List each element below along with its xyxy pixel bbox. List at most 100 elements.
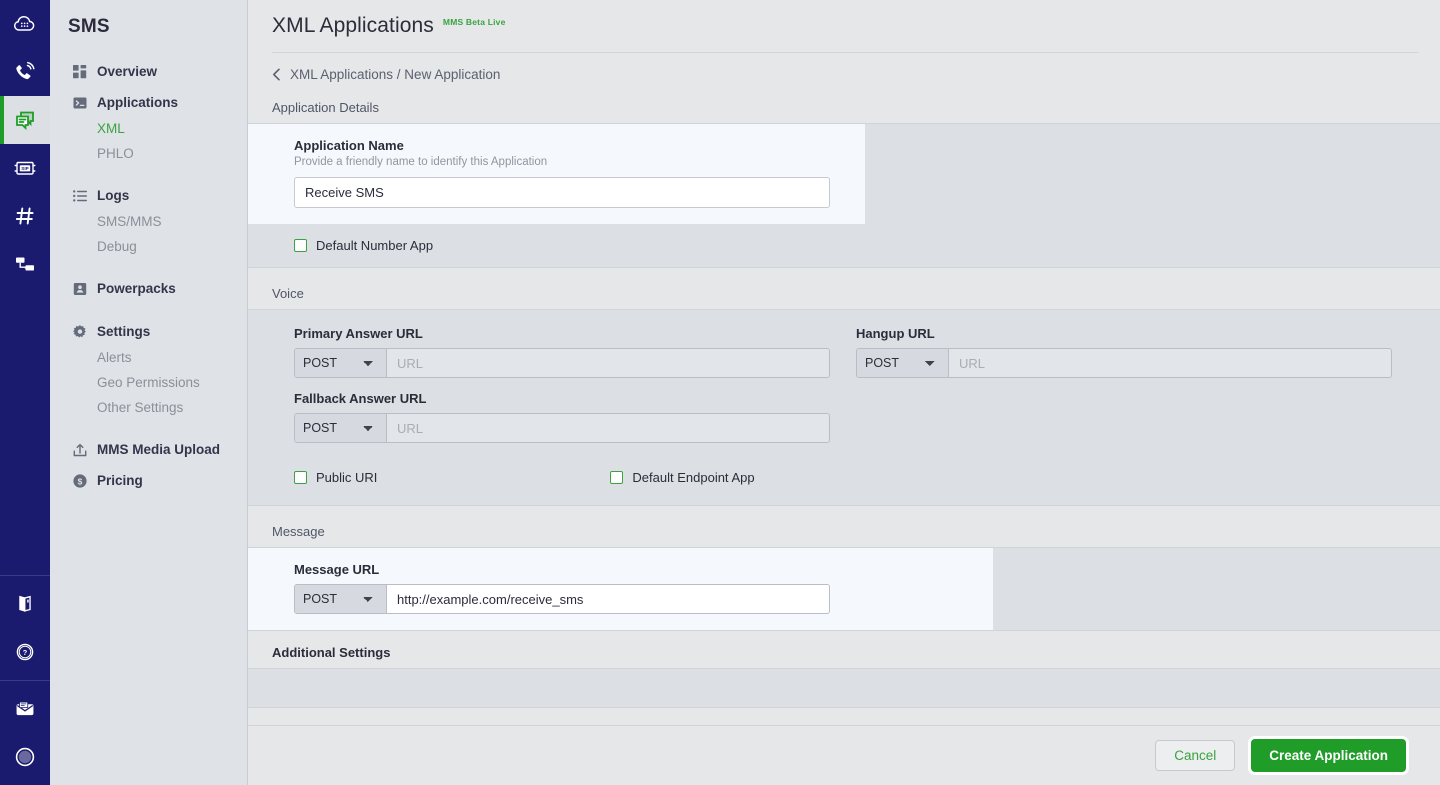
primary-answer-method-select[interactable]: POST GET: [295, 349, 387, 377]
nav-group-pricing: $ Pricing: [50, 467, 247, 494]
application-name-card: Application Name Provide a friendly name…: [248, 124, 865, 224]
upload-icon: [72, 442, 87, 457]
rail-spacer: [0, 288, 50, 571]
grid-icon: [72, 64, 87, 79]
chevron-left-icon: [272, 68, 281, 81]
sidebar-subitem-xml[interactable]: XML: [50, 116, 247, 141]
panel-voice: Primary Answer URL POST GET Hangup URL P…: [248, 309, 1440, 506]
nav-group-settings: Settings Alerts Geo Permissions Other Se…: [50, 318, 247, 420]
breadcrumb[interactable]: XML Applications / New Application: [248, 53, 1440, 96]
message-url-group: POST GET: [294, 584, 830, 614]
sidebar-item-mms-media-upload[interactable]: MMS Media Upload: [50, 436, 247, 463]
sidebar-item-applications[interactable]: Applications: [50, 89, 247, 116]
rail-divider-bottom: [0, 680, 50, 681]
section-label-additional-settings: Additional Settings: [248, 631, 1440, 668]
create-application-button[interactable]: Create Application: [1251, 739, 1406, 772]
nav-group-applications: Applications XML PHLO: [50, 89, 247, 166]
sidebar-item-pricing[interactable]: $ Pricing: [50, 467, 247, 494]
checkbox-box: [294, 239, 307, 252]
sidebar-item-powerpacks[interactable]: Powerpacks: [50, 275, 247, 302]
nav-group-overview: Overview: [50, 58, 247, 85]
sidebar-subitem-phlo[interactable]: PHLO: [50, 141, 247, 166]
rail-item-voice[interactable]: [0, 48, 50, 96]
cancel-button[interactable]: Cancel: [1155, 740, 1235, 771]
rail-item-network[interactable]: [0, 240, 50, 288]
dollar-icon: $: [72, 473, 87, 488]
sidebar-subitem-other-settings[interactable]: Other Settings: [50, 395, 247, 420]
page-header-inner: XML Applications MMS Beta Live: [272, 14, 1440, 38]
sidebar-subitem-debug[interactable]: Debug: [50, 234, 247, 259]
sidebar-item-label: MMS Media Upload: [97, 442, 220, 457]
rail-item-billing[interactable]: [0, 685, 50, 733]
sidebar-subitem-geo-permissions[interactable]: Geo Permissions: [50, 370, 247, 395]
rail-item-help[interactable]: ?: [0, 628, 50, 676]
breadcrumb-label: XML Applications / New Application: [290, 67, 500, 82]
logo-cloud-icon[interactable]: [0, 0, 50, 48]
sidebar-title: SMS: [50, 10, 247, 58]
icon-rail: SIP: [0, 0, 50, 785]
sidebar-item-label: Applications: [97, 95, 178, 110]
nav-group-mms-upload: MMS Media Upload: [50, 436, 247, 463]
default-endpoint-app-checkbox[interactable]: Default Endpoint App: [610, 470, 754, 485]
hangup-url-input[interactable]: [949, 349, 1391, 377]
svg-text:?: ?: [23, 648, 28, 657]
default-number-app-checkbox[interactable]: Default Number App: [294, 238, 433, 253]
application-name-field: Application Name Provide a friendly name…: [248, 138, 865, 208]
primary-answer-url-input[interactable]: [387, 349, 829, 377]
rail-item-sip[interactable]: SIP: [0, 144, 50, 192]
application-name-input[interactable]: [294, 177, 830, 208]
rail-item-messaging[interactable]: [0, 96, 50, 144]
checkbox-label: Default Number App: [316, 238, 433, 253]
checkbox-label: Public URI: [316, 470, 377, 485]
hangup-url-group: POST GET: [856, 348, 1392, 378]
sidebar-item-label: Logs: [97, 188, 129, 203]
nav-group-powerpacks: Powerpacks: [50, 275, 247, 302]
fallback-answer-method-select[interactable]: POST GET: [295, 414, 387, 442]
footer-action-bar: Cancel Create Application: [248, 725, 1440, 785]
list-icon: [72, 188, 87, 203]
sidebar-subitem-sms-mms[interactable]: SMS/MMS: [50, 209, 247, 234]
sidebar-item-logs[interactable]: Logs: [50, 182, 247, 209]
form-scroll-area[interactable]: XML Applications / New Application Appli…: [248, 53, 1440, 785]
primary-answer-url-block: Primary Answer URL POST GET: [294, 326, 830, 391]
sidebar-subitem-alerts[interactable]: Alerts: [50, 345, 247, 370]
icon-rail-top: SIP: [0, 0, 50, 288]
voice-url-row-1: Primary Answer URL POST GET Hangup URL P…: [248, 326, 1440, 391]
powerpack-icon: [72, 281, 87, 296]
fallback-answer-url-input[interactable]: [387, 414, 829, 442]
primary-answer-url-label: Primary Answer URL: [294, 326, 830, 341]
panel-application-details: Application Name Provide a friendly name…: [248, 123, 1440, 268]
checkbox-label: Default Endpoint App: [632, 470, 754, 485]
sidebar-item-label: Settings: [97, 324, 150, 339]
sidebar-item-settings[interactable]: Settings: [50, 318, 247, 345]
hangup-method-select[interactable]: POST GET: [857, 349, 949, 377]
svg-text:SIP: SIP: [21, 166, 28, 171]
fallback-answer-url-group: POST GET: [294, 413, 830, 443]
application-name-hint: Provide a friendly name to identify this…: [294, 156, 865, 168]
rail-divider-top: [0, 575, 50, 576]
sidebar-item-label: Overview: [97, 64, 157, 79]
rail-item-numbers[interactable]: [0, 192, 50, 240]
icon-rail-bottom: ?: [0, 571, 50, 785]
main-content: XML Applications MMS Beta Live XML Appli…: [248, 0, 1440, 785]
section-label-application-details: Application Details: [248, 96, 1440, 123]
voice-url-row-2: Fallback Answer URL POST GET: [248, 391, 1440, 456]
rail-item-docs[interactable]: [0, 580, 50, 628]
message-url-input[interactable]: [387, 585, 829, 613]
nav-group-logs: Logs SMS/MMS Debug: [50, 182, 247, 259]
sidebar-item-label: Pricing: [97, 473, 143, 488]
sidebar-item-overview[interactable]: Overview: [50, 58, 247, 85]
sidebar-item-label: Powerpacks: [97, 281, 176, 296]
sidebar: SMS Overview Applications: [50, 0, 248, 785]
checkbox-box: [294, 471, 307, 484]
default-number-app-row: Default Number App: [248, 224, 1440, 267]
fallback-answer-url-label: Fallback Answer URL: [294, 391, 830, 406]
rail-item-account[interactable]: [0, 733, 50, 781]
terminal-icon: [72, 95, 87, 110]
message-url-field: Message URL POST GET: [248, 562, 993, 614]
public-uri-checkbox[interactable]: Public URI: [294, 470, 377, 485]
message-url-method-select[interactable]: POST GET: [295, 585, 387, 613]
section-label-voice: Voice: [248, 282, 1440, 309]
voice-checkbox-row: Public URI Default Endpoint App: [248, 456, 1440, 499]
primary-answer-url-group: POST GET: [294, 348, 830, 378]
